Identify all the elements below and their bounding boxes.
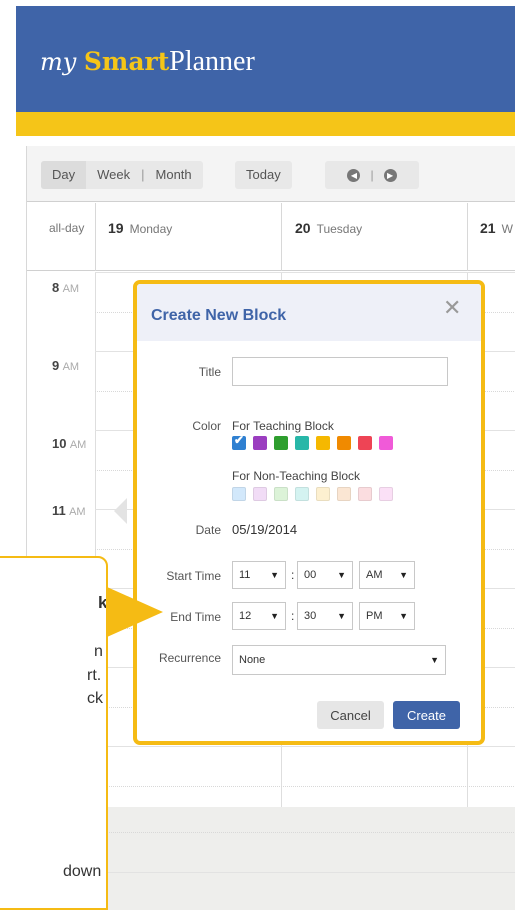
color-swatch[interactable] [274, 436, 288, 450]
day-column-header[interactable]: 19 Monday [95, 203, 281, 271]
recurrence-select[interactable]: None ▼ [232, 645, 446, 675]
title-label: Title [198, 365, 221, 379]
next-button[interactable]: ▶ [383, 168, 397, 182]
tooltip-line: n [94, 643, 103, 660]
app-header: my SmartPlanner [16, 6, 515, 112]
cancel-button[interactable]: Cancel [317, 701, 384, 729]
hour-line [95, 746, 515, 747]
logo-planner: Planner [169, 46, 255, 77]
view-switcher: Day Week | Month [41, 161, 203, 189]
start-hour-select[interactable]: 11 ▼ [232, 561, 286, 589]
start-time-label: Start Time [166, 569, 221, 583]
dialog-header: Create New Block ✕ [137, 284, 481, 341]
color-swatch[interactable] [358, 487, 372, 501]
date-value: 05/19/2014 [232, 522, 298, 537]
color-swatch[interactable] [337, 436, 351, 450]
dialog-title: Create New Block [151, 307, 287, 324]
recurrence-label: Recurrence [158, 651, 221, 665]
accent-bar [16, 112, 515, 136]
color-swatch[interactable] [253, 436, 267, 450]
day-column-header[interactable]: 21 W [467, 203, 515, 271]
color-swatch[interactable] [358, 436, 372, 450]
time-colon: : [291, 568, 295, 582]
day-name: Monday [129, 222, 173, 236]
color-swatch[interactable] [316, 436, 330, 450]
tooltip-line: rt. [87, 667, 102, 684]
calendar-toolbar: Day Week | Month Today ◀ | ▶ [27, 146, 515, 202]
create-block-dialog: Create New Block ✕ Title Color For Teach… [133, 280, 485, 745]
start-minute-select[interactable]: 00 ▼ [297, 561, 353, 589]
day-name: W [501, 222, 513, 236]
color-swatch[interactable]: ✔ [232, 433, 246, 450]
color-swatch[interactable] [295, 436, 309, 450]
color-swatch[interactable] [337, 487, 351, 501]
logo-smart: Smart [83, 47, 170, 76]
chevron-down-icon: ▼ [337, 611, 346, 621]
color-swatch[interactable] [316, 487, 330, 501]
hour-label: 8 AM [52, 280, 80, 295]
start-ampm-select[interactable]: AM ▼ [359, 561, 415, 589]
tooltip-line: ck [87, 690, 103, 707]
prev-button[interactable]: ◀ [347, 168, 361, 182]
separator: | [370, 168, 374, 182]
view-week-button[interactable]: Week [86, 161, 141, 189]
day-name: Tuesday [316, 222, 363, 236]
non-teaching-color-label: For Non-Teaching Block [232, 469, 361, 483]
half-hour-line [95, 786, 515, 787]
create-button[interactable]: Create [393, 701, 460, 729]
color-swatch[interactable] [274, 487, 288, 501]
close-icon[interactable]: ✕ [443, 295, 461, 321]
day-column-header[interactable]: 20 Tuesday [281, 203, 467, 271]
end-ampm-select[interactable]: PM ▼ [359, 602, 415, 630]
hour-line [95, 272, 515, 273]
logo-my: my [40, 48, 77, 76]
chevron-down-icon: ▼ [337, 570, 346, 580]
day-header: all-day 19 Monday 20 Tuesday 21 W [27, 203, 515, 271]
hour-label: 10 AM [52, 436, 87, 451]
chevron-down-icon: ▼ [399, 611, 408, 621]
tooltip-line: down [63, 863, 102, 880]
hour-label: 9 AM [52, 358, 80, 373]
checkmark-icon: ✔ [233, 433, 245, 447]
half-hour-line [95, 832, 515, 833]
day-number: 21 [480, 220, 496, 236]
end-hour-select[interactable]: 12 ▼ [232, 602, 286, 630]
tooltip-arrow-icon [107, 587, 163, 637]
hour-label: 11 AM [52, 503, 86, 518]
time-colon: : [291, 609, 295, 623]
color-swatch[interactable] [379, 487, 393, 501]
all-day-label: all-day [49, 221, 85, 235]
teaching-color-label: For Teaching Block [232, 419, 334, 433]
chevron-down-icon: ▼ [399, 570, 408, 580]
today-label: Today [246, 167, 281, 182]
view-day-button[interactable]: Day [41, 161, 87, 189]
date-nav: ◀ | ▶ [325, 161, 419, 189]
tooltip-callout: k n rt. ck down [0, 556, 108, 910]
today-button[interactable]: Today [235, 161, 292, 189]
color-swatch[interactable] [295, 487, 309, 501]
title-input[interactable] [232, 357, 448, 386]
color-swatch[interactable] [379, 436, 393, 450]
date-label: Date [195, 523, 221, 537]
chevron-down-icon: ▼ [270, 570, 279, 580]
chevron-down-icon: ▼ [430, 655, 439, 665]
day-number: 19 [108, 220, 124, 236]
color-swatch[interactable] [232, 487, 246, 501]
circle-left-arrow-icon: ◀ [350, 170, 358, 180]
day-number: 20 [295, 220, 311, 236]
modal-pointer [114, 498, 127, 524]
color-swatch[interactable] [253, 487, 267, 501]
circle-right-arrow-icon: ▶ [386, 170, 394, 180]
end-minute-select[interactable]: 30 ▼ [297, 602, 353, 630]
app-logo: my SmartPlanner [40, 46, 255, 78]
hour-line [95, 872, 515, 873]
color-label: Color [192, 419, 221, 433]
chevron-down-icon: ▼ [270, 611, 279, 621]
view-month-button[interactable]: Month [145, 161, 203, 189]
